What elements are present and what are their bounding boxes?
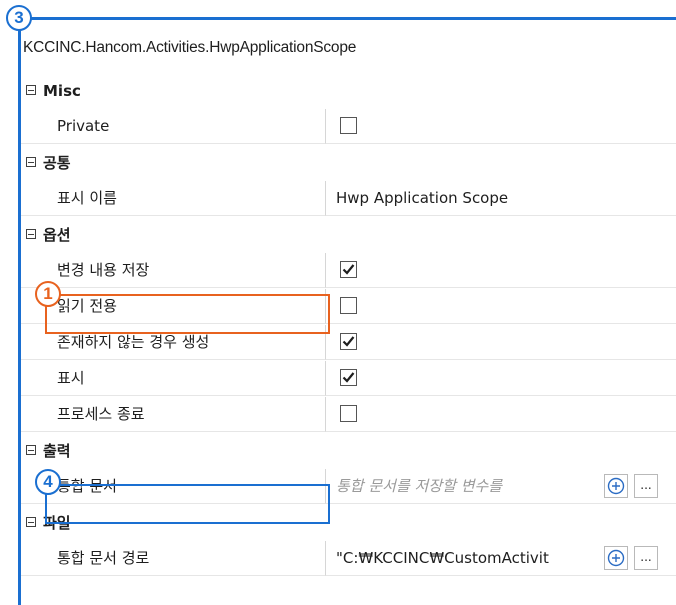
highlight-read-only xyxy=(45,294,330,334)
highlight-merged-doc xyxy=(45,484,330,524)
more-button[interactable]: ... xyxy=(634,546,658,570)
merged-doc-path-value[interactable]: "C:₩KCCINC₩CustomActivit xyxy=(336,541,549,576)
property-row-merged-doc-path[interactable]: 통합 문서 경로 "C:₩KCCINC₩CustomActivit ... xyxy=(21,541,676,577)
create-if-missing-checkbox[interactable] xyxy=(340,333,357,350)
property-row-save-changes[interactable]: 변경 내용 저장 xyxy=(21,253,676,289)
category-label: 출력 xyxy=(43,442,71,460)
property-label: 통합 문서 경로 xyxy=(57,549,150,567)
save-changes-checkbox[interactable] xyxy=(340,261,357,278)
check-icon xyxy=(342,336,355,347)
plus-circle-icon[interactable] xyxy=(604,546,628,570)
private-checkbox[interactable] xyxy=(340,117,357,134)
collapse-icon[interactable] xyxy=(26,157,36,167)
merged-doc-input[interactable]: 통합 문서를 저장할 변수를 xyxy=(336,469,502,504)
check-icon xyxy=(342,372,355,383)
property-row-kill-process[interactable]: 프로세스 종료 xyxy=(21,397,676,433)
marker-4: 4 xyxy=(35,469,61,495)
category-options[interactable]: 옵션 xyxy=(21,217,676,253)
display-name-value[interactable]: Hwp Application Scope xyxy=(336,181,508,216)
marker-3: 3 xyxy=(6,5,32,31)
read-only-checkbox[interactable] xyxy=(340,297,357,314)
property-label: 표시 이름 xyxy=(57,189,117,207)
category-misc[interactable]: Misc xyxy=(21,73,676,109)
category-label: 공통 xyxy=(43,154,71,172)
property-row-display-name[interactable]: 표시 이름 Hwp Application Scope xyxy=(21,181,676,217)
activity-type-title: KCCINC.Hancom.Activities.HwpApplicationS… xyxy=(23,39,357,56)
property-row-private[interactable]: Private xyxy=(21,109,676,145)
collapse-icon[interactable] xyxy=(26,517,36,527)
property-label: Private xyxy=(57,117,110,135)
property-label: 표시 xyxy=(57,369,85,387)
category-label: 옵션 xyxy=(43,226,71,244)
category-label: Misc xyxy=(43,82,81,100)
category-output[interactable]: 출력 xyxy=(21,433,676,469)
visible-checkbox[interactable] xyxy=(340,369,357,386)
plus-circle-icon[interactable] xyxy=(604,474,628,498)
kill-process-checkbox[interactable] xyxy=(340,405,357,422)
property-label: 프로세스 종료 xyxy=(57,405,145,423)
marker-1: 1 xyxy=(35,281,61,307)
property-label: 변경 내용 저장 xyxy=(57,261,150,279)
check-icon xyxy=(342,264,355,275)
collapse-icon[interactable] xyxy=(26,85,36,95)
category-common[interactable]: 공통 xyxy=(21,145,676,181)
property-row-visible[interactable]: 표시 xyxy=(21,361,676,397)
more-button[interactable]: ... xyxy=(634,474,658,498)
collapse-icon[interactable] xyxy=(26,229,36,239)
collapse-icon[interactable] xyxy=(26,445,36,455)
